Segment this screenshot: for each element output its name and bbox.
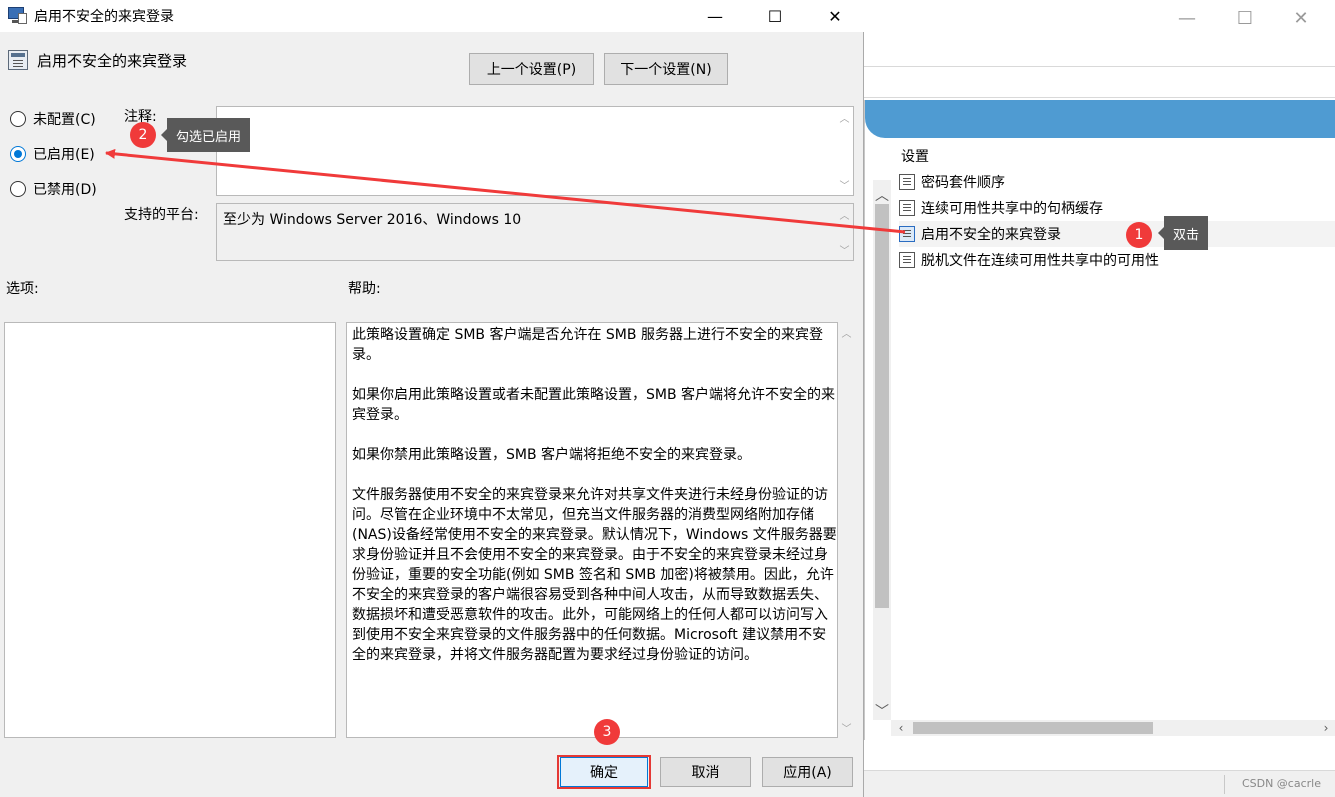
setting-item-offline-files[interactable]: 脱机文件在连续可用性共享中的可用性 bbox=[899, 247, 1335, 273]
step-2-tooltip: 勾选已启用 bbox=[160, 118, 251, 152]
scrollbar-thumb[interactable] bbox=[913, 722, 1153, 734]
step-2-badge: 2 bbox=[130, 122, 156, 148]
help-label: 帮助: bbox=[348, 281, 381, 297]
bg-divider bbox=[864, 97, 1335, 98]
radio-button-selected[interactable] bbox=[10, 146, 26, 162]
apply-button[interactable]: 应用(A) bbox=[762, 757, 853, 787]
settings-pane: 设置 密码套件顺序 连续可用性共享中的句柄缓存 启用不安全的来宾登录 脱机文件在… bbox=[864, 100, 1335, 740]
policy-setting-icon bbox=[8, 50, 28, 70]
scroll-down-icon[interactable]: ﹀ bbox=[873, 702, 891, 720]
policy-setting-icon bbox=[899, 174, 915, 190]
setting-item-handle-cache[interactable]: 连续可用性共享中的句柄缓存 bbox=[899, 195, 1335, 221]
scroll-up-icon[interactable]: ︿ bbox=[838, 324, 855, 341]
scroll-right-icon[interactable]: › bbox=[1318, 720, 1334, 736]
bg-toolbar bbox=[864, 67, 1335, 97]
radio-button[interactable] bbox=[10, 111, 26, 127]
bg-minimize-button[interactable]: — bbox=[1164, 0, 1210, 36]
watermark: CSDN @cacrle bbox=[1241, 777, 1321, 790]
radio-not-configured[interactable]: 未配置(C) bbox=[10, 108, 96, 130]
setting-item-label: 连续可用性共享中的句柄缓存 bbox=[921, 201, 1103, 217]
pane-header-band bbox=[865, 100, 1335, 138]
supported-platform-box: 至少为 Windows Server 2016、Windows 10 ︿ ﹀ bbox=[216, 203, 854, 261]
scroll-down-icon[interactable]: ﹀ bbox=[836, 176, 853, 193]
status-separator bbox=[1224, 775, 1225, 794]
comment-scrollbar[interactable]: ︿ ﹀ bbox=[836, 107, 853, 195]
policy-dialog: 启用不安全的来宾登录 — ☐ ✕ 启用不安全的来宾登录 上一个设置(P) 下一个… bbox=[0, 0, 864, 797]
setting-item-label: 启用不安全的来宾登录 bbox=[921, 227, 1061, 243]
window-title: 启用不安全的来宾登录 bbox=[34, 9, 174, 25]
minimize-button[interactable]: — bbox=[692, 0, 738, 32]
help-text: 此策略设置确定 SMB 客户端是否允许在 SMB 服务器上进行不安全的来宾登录。… bbox=[352, 325, 838, 685]
comment-textarea[interactable]: ︿ ﹀ bbox=[216, 106, 854, 196]
policy-setting-icon bbox=[899, 200, 915, 216]
scroll-up-icon[interactable]: ︿ bbox=[836, 206, 853, 223]
step-1-tooltip: 双击 bbox=[1157, 216, 1209, 250]
platform-scrollbar[interactable]: ︿ ﹀ bbox=[836, 204, 853, 260]
scroll-up-icon[interactable]: ︿ bbox=[836, 109, 853, 126]
radio-label: 已启用(E) bbox=[33, 147, 95, 163]
title-bar: 启用不安全的来宾登录 — ☐ ✕ bbox=[0, 0, 864, 32]
setting-item-label: 脱机文件在连续可用性共享中的可用性 bbox=[921, 253, 1159, 269]
help-paragraph: 如果你禁用此策略设置，SMB 客户端将拒绝不安全的来宾登录。 bbox=[352, 447, 752, 463]
close-button[interactable]: ✕ bbox=[812, 0, 858, 32]
policy-setting-icon bbox=[899, 226, 915, 242]
group-policy-app-icon bbox=[8, 7, 28, 25]
radio-label: 未配置(C) bbox=[33, 112, 96, 128]
settings-column-header[interactable]: 设置 bbox=[901, 146, 929, 166]
bg-close-button[interactable]: ✕ bbox=[1278, 0, 1324, 36]
setting-item-insecure-guest-logons[interactable]: 启用不安全的来宾登录 bbox=[899, 221, 1335, 247]
cancel-button[interactable]: 取消 bbox=[660, 757, 751, 787]
scroll-up-icon[interactable]: ︿ bbox=[873, 186, 891, 204]
options-label: 选项: bbox=[6, 281, 39, 297]
previous-setting-button[interactable]: 上一个设置(P) bbox=[469, 53, 594, 85]
radio-disabled[interactable]: 已禁用(D) bbox=[10, 178, 97, 200]
vertical-scrollbar[interactable]: ︿ ﹀ bbox=[873, 180, 891, 720]
step-3-badge: 3 bbox=[594, 719, 620, 745]
supported-platform-label: 支持的平台: bbox=[124, 207, 199, 223]
maximize-button[interactable]: ☐ bbox=[752, 0, 798, 32]
help-paragraph: 如果你启用此策略设置或者未配置此策略设置，SMB 客户端将允许不安全的来宾登录。 bbox=[352, 387, 836, 423]
scroll-down-icon[interactable]: ﹀ bbox=[838, 719, 855, 736]
help-paragraph: 文件服务器使用不安全的来宾登录来允许对共享文件夹进行未经身份验证的访问。尽管在企… bbox=[352, 487, 837, 663]
help-paragraph: 此策略设置确定 SMB 客户端是否允许在 SMB 服务器上进行不安全的来宾登录。 bbox=[352, 327, 823, 363]
ok-button-highlight bbox=[557, 755, 651, 789]
next-setting-button[interactable]: 下一个设置(N) bbox=[604, 53, 728, 85]
scroll-down-icon[interactable]: ﹀ bbox=[836, 241, 853, 258]
scrollbar-thumb[interactable] bbox=[875, 204, 889, 608]
radio-enabled[interactable]: 已启用(E) bbox=[10, 143, 95, 165]
setting-item-label: 密码套件顺序 bbox=[921, 175, 1005, 191]
scroll-left-icon[interactable]: ‹ bbox=[893, 720, 909, 736]
setting-item-cipher-order[interactable]: 密码套件顺序 bbox=[899, 169, 1335, 195]
step-1-badge: 1 bbox=[1126, 222, 1152, 248]
help-scrollbar[interactable]: ︿ ﹀ bbox=[838, 322, 855, 738]
setting-title: 启用不安全的来宾登录 bbox=[37, 52, 188, 70]
horizontal-scrollbar[interactable]: ‹ › bbox=[891, 720, 1335, 736]
radio-button[interactable] bbox=[10, 181, 26, 197]
radio-label: 已禁用(D) bbox=[33, 182, 97, 198]
options-panel bbox=[4, 322, 336, 738]
supported-platform-value: 至少为 Windows Server 2016、Windows 10 bbox=[223, 212, 522, 228]
bg-maximize-button[interactable]: ☐ bbox=[1222, 0, 1268, 36]
policy-setting-icon bbox=[899, 252, 915, 268]
status-bar: CSDN @cacrle bbox=[864, 770, 1335, 797]
